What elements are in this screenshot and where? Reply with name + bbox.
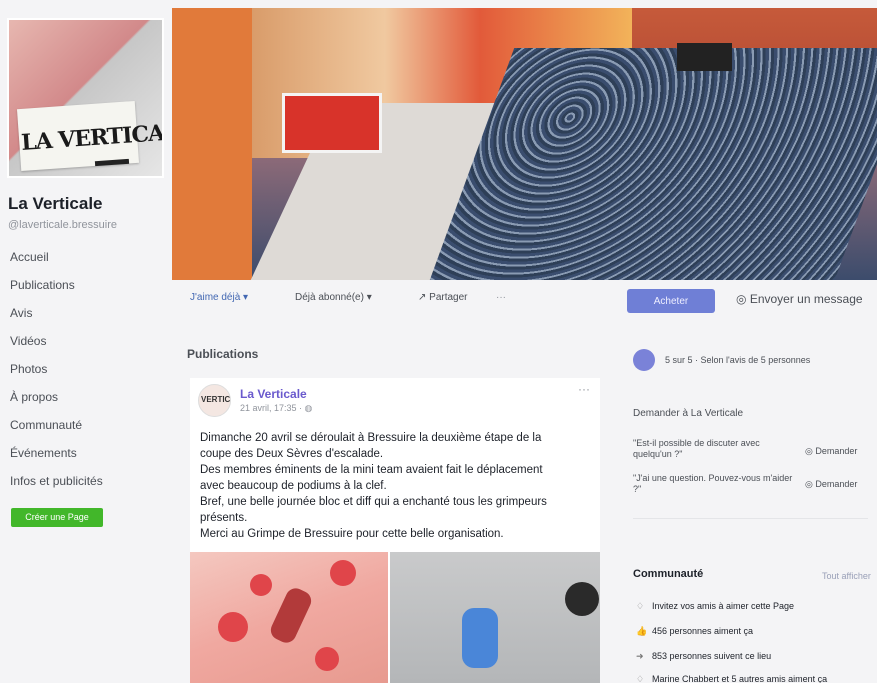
cover-wall-left [172,8,252,280]
post-line: Dimanche 20 avril se déroulait à Bressui… [200,432,542,444]
community-row-text: Marine Chabbert et 5 autres amis aiment … [652,674,828,683]
page-nav: Accueil Publications Avis Vidéos Photos … [10,250,103,502]
rating-icon [633,349,655,371]
send-message-label: Envoyer un message [749,292,863,306]
post-photo-1[interactable] [190,552,388,683]
ask-page-heading: Demander à La Verticale [633,408,744,419]
follow-icon: ➜ [636,651,644,661]
nav-item-photos[interactable]: Photos [10,362,103,390]
invite-icon: ♢ [636,601,645,611]
climbing-hold [565,582,599,616]
create-page-button[interactable]: Créer une Page [11,508,103,527]
suggested-question: "Est-il possible de discuter avec quelqu… [633,438,760,459]
left-sidebar: LA VERTICALE La Verticale @laverticale.b… [0,0,170,683]
section-divider [633,518,868,519]
logo-underline [94,158,130,167]
like-icon: 👍 [636,626,648,636]
globe-icon: ◍ [304,403,313,413]
follow-button[interactable]: Déjà abonné(e) ▾ [295,292,372,303]
climbing-hold [218,612,248,642]
community-row[interactable]: ♢ Marine Chabbert et 5 autres amis aiment… [636,674,827,683]
rating-text: 5 sur 5 · Selon l'avis de 5 personnes [665,355,811,365]
friends-icon: ♢ [636,674,645,683]
page-name[interactable]: La Verticale [8,194,103,214]
nav-item-publications[interactable]: Publications [10,278,103,306]
avatar-text: VERTIC [201,395,231,404]
community-see-all-link[interactable]: Tout afficher [822,571,871,581]
cover-photo[interactable] [172,8,877,280]
climbing-hold [330,560,356,586]
post-line: Des membres éminents de la mini team ava… [200,464,543,476]
ask-question-button[interactable]: ◎ Demander [805,446,857,457]
climber-figure [267,585,315,646]
ask-question-button[interactable]: ◎ Demander [805,479,857,490]
community-row[interactable]: ♢ Invitez vos amis à aimer cette Page [636,601,794,612]
post-card: VERTIC La Verticale 21 avril, 17:35 · ◍ … [190,378,600,683]
post-line: avec beaucoup de podiums à la clef. [200,480,387,492]
post-line: Bref, une belle journée bloc et diff qui… [200,496,547,508]
share-button[interactable]: ↗ Partager [418,292,468,303]
nav-item-infos-publicites[interactable]: Infos et publicités [10,474,103,502]
nav-item-a-propos[interactable]: À propos [10,390,103,418]
post-line: Merci au Grimpe de Bressuire pour cette … [200,528,504,540]
post-author-name[interactable]: La Verticale [240,387,307,401]
nav-item-accueil[interactable]: Accueil [10,250,103,278]
community-row-text: 853 personnes suivent ce lieu [652,651,772,661]
page-handle: @laverticale.bressuire [8,219,117,231]
community-row-text: 456 personnes aiment ça [652,626,754,636]
cover-banner-dark [677,43,732,71]
messenger-icon: ◎ [805,446,816,456]
messenger-icon: ◎ [736,292,750,306]
post-photo-2[interactable] [390,552,600,683]
ask-label: Demander [815,479,858,489]
nav-item-avis[interactable]: Avis [10,306,103,334]
community-heading: Communauté [633,568,704,580]
messenger-icon: ◎ [805,479,816,489]
post-date-text: 21 avril, 17:35 · [240,403,305,413]
send-message-button[interactable]: ◎ Envoyer un message [736,292,863,306]
profile-picture[interactable]: LA VERTICALE [7,18,164,178]
climbing-hold [315,647,339,671]
post-text: Dimanche 20 avril se déroulait à Bressui… [200,430,590,542]
community-row-text: Invitez vos amis à aimer cette Page [652,601,795,611]
ask-label: Demander [815,446,858,456]
post-line: coupe des Deux Sèvres d'escalade. [200,448,384,460]
community-row: ➜ 853 personnes suivent ce lieu [636,651,771,662]
nav-item-videos[interactable]: Vidéos [10,334,103,362]
more-options-button[interactable]: ··· [496,292,506,303]
post-timestamp[interactable]: 21 avril, 17:35 · ◍ [240,403,312,414]
cover-banner [282,93,382,153]
post-options-icon[interactable]: ··· [578,382,590,396]
nav-item-evenements[interactable]: Événements [10,446,103,474]
cta-button[interactable]: Acheter [627,289,715,313]
like-button[interactable]: J'aime déjà ▾ [190,292,248,303]
nav-item-communaute[interactable]: Communauté [10,418,103,446]
climber-figure [462,608,498,668]
publications-heading: Publications [187,347,259,361]
community-row: 👍 456 personnes aiment ça [636,626,753,637]
climbing-hold [250,574,272,596]
post-line: présents. [200,512,248,524]
suggested-question: "J'ai une question. Pouvez-vous m'aider … [633,473,793,494]
post-author-avatar[interactable]: VERTIC [198,384,231,417]
